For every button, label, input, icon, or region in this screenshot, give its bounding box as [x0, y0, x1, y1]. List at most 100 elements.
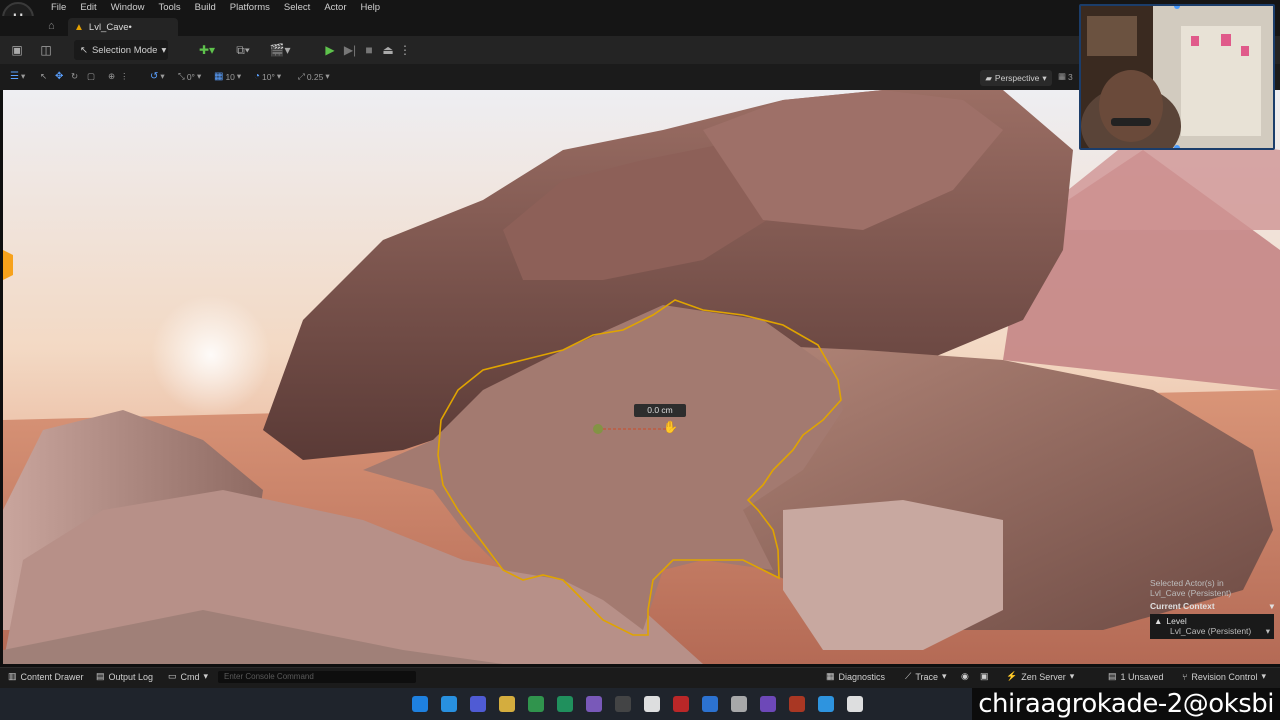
photoshop-icon[interactable]: [818, 696, 834, 712]
unreal-icon[interactable]: [847, 696, 863, 712]
add-actor-icon[interactable]: ✚▾: [195, 42, 219, 58]
tab-level[interactable]: ▲ Lvl_Cave•: [68, 18, 178, 36]
selection-mode-label: Selection Mode: [91, 44, 158, 56]
github-icon[interactable]: [586, 696, 602, 712]
record-icon[interactable]: ◉: [961, 671, 969, 682]
level-icon: ▲: [74, 21, 84, 33]
camera-speed[interactable]: ▦ 3: [1058, 71, 1073, 82]
viewport-menu-icon[interactable]: ☰ ▾: [10, 71, 25, 82]
tab-label: Lvl_Cave•: [88, 21, 132, 33]
acrobat-icon[interactable]: [673, 696, 689, 712]
current-context-header: Current Context ▾: [1150, 601, 1274, 612]
revision-control-dropdown[interactable]: ⑂ Revision Control ▾: [1182, 671, 1266, 682]
menu-item-actor[interactable]: Actor: [317, 0, 353, 15]
discord-icon[interactable]: [470, 696, 486, 712]
scale-tool-icon[interactable]: ▢: [87, 71, 95, 82]
more-options-icon[interactable]: ⋮: [399, 42, 411, 58]
zen-server-dropdown[interactable]: ⚡ Zen Server ▾: [1006, 671, 1074, 682]
trace-icon: ⟋: [905, 671, 912, 681]
trace-label: Trace: [915, 671, 938, 682]
menu-item-tools[interactable]: Tools: [151, 0, 187, 15]
resize-handle-icon[interactable]: [1174, 145, 1180, 148]
cmd-label: Cmd: [180, 671, 200, 682]
menu-item-window[interactable]: Window: [104, 0, 152, 15]
select-arrow-icon: ↖: [80, 44, 88, 56]
drawer-icon: ▥: [8, 671, 17, 681]
menu-item-select[interactable]: Select: [277, 0, 317, 15]
excel-icon[interactable]: [557, 696, 573, 712]
selected-actor-line1: Selected Actor(s) in: [1150, 578, 1224, 588]
notes-icon[interactable]: [644, 696, 660, 712]
select-tool-icon[interactable]: ↖: [40, 71, 47, 82]
level-context-box[interactable]: ▲ Level Lvl_Cave (Persistent) ▾: [1150, 614, 1274, 639]
windows-start-icon[interactable]: [412, 696, 428, 712]
content-drawer-button[interactable]: ▥ Content Drawer: [8, 671, 84, 682]
step-icon[interactable]: ▶|: [343, 42, 357, 58]
chevron-down-icon: ▾: [941, 671, 947, 681]
zen-icon: ⚡: [1006, 671, 1018, 681]
surface-snap-icon[interactable]: ↺ ▾: [150, 71, 165, 82]
grid-snap-value: 10: [225, 71, 235, 82]
terminal-icon[interactable]: [615, 696, 631, 712]
world-space-icon[interactable]: ⊕: [108, 71, 115, 82]
webcam-feed: [1081, 6, 1273, 148]
chevron-down-icon: ▾: [1069, 671, 1075, 681]
translate-snap-toggle[interactable]: ⤡ 0° ▾: [178, 71, 201, 82]
upi-watermark: chiraagrokade-2@oksbi: [972, 688, 1280, 720]
cinematics-icon[interactable]: 🎬▾: [267, 42, 293, 58]
perspective-label: Perspective: [994, 73, 1040, 83]
chevron-down-icon: ▾: [1261, 671, 1266, 681]
stop-icon[interactable]: ■: [362, 42, 376, 58]
move-tool-icon[interactable]: ✥: [55, 71, 63, 82]
hand-cursor-icon: ✋: [663, 420, 678, 434]
unsaved-button[interactable]: ▤ 1 Unsaved: [1108, 671, 1164, 682]
launch-icon[interactable]: ⏏: [380, 42, 396, 58]
level-viewport[interactable]: 0.0 cm ✋: [3, 90, 1280, 664]
diagnostics-icon: ▦: [826, 671, 835, 681]
scale-snap-toggle[interactable]: ⤢ 0.25 ▾: [298, 71, 330, 82]
chevron-down-icon: ▾: [161, 44, 167, 56]
perspective-dropdown[interactable]: ▰ Perspective ▾: [980, 70, 1052, 86]
more-transform-icon[interactable]: ⋮: [120, 71, 129, 82]
revision-icon: ⑂: [1182, 671, 1188, 682]
menu-list: File Edit Window Tools Build Platforms Select A…: [44, 0, 387, 15]
app2-icon[interactable]: [789, 696, 805, 712]
content-browser-icon[interactable]: ◫: [38, 43, 54, 57]
chrome-icon[interactable]: [528, 696, 544, 712]
menu-item-platforms[interactable]: Platforms: [223, 0, 277, 15]
blueprint-icon[interactable]: ⧉▾: [231, 42, 255, 58]
screenshot-icon[interactable]: ▣: [980, 671, 989, 682]
chevron-down-icon[interactable]: ▾: [1270, 601, 1274, 612]
obs-icon[interactable]: [731, 696, 747, 712]
level-value: Lvl_Cave (Persistent): [1170, 626, 1252, 636]
camera-icon: ▰: [985, 72, 992, 83]
output-log-label: Output Log: [108, 671, 154, 682]
home-icon[interactable]: ⌂: [48, 20, 60, 32]
console-command-input[interactable]: Enter Console Command: [218, 671, 416, 683]
edge-icon[interactable]: [441, 696, 457, 712]
level-label: Level: [1166, 616, 1187, 626]
output-log-button[interactable]: ▤ Output Log: [96, 671, 153, 682]
selection-mode-dropdown[interactable]: ↖ Selection Mode ▾: [74, 40, 168, 60]
webcam-overlay: [1079, 4, 1275, 150]
level-value-row[interactable]: Lvl_Cave (Persistent) ▾: [1154, 626, 1270, 637]
trace-dropdown[interactable]: ⟋ Trace ▾: [905, 671, 947, 682]
play-icon[interactable]: ▶: [322, 42, 338, 58]
selection-context-panel: Selected Actor(s) in Lvl_Cave (Persisten…: [1150, 578, 1274, 639]
save-icon[interactable]: ▣: [10, 43, 24, 57]
app-icon[interactable]: [702, 696, 718, 712]
menu-item-help[interactable]: Help: [354, 0, 388, 15]
cmd-dropdown[interactable]: ▭ Cmd ▾: [168, 671, 208, 682]
rotate-tool-icon[interactable]: ↻: [71, 71, 78, 82]
explorer-icon[interactable]: [499, 696, 515, 712]
menu-item-file[interactable]: File: [44, 0, 73, 15]
menu-item-edit[interactable]: Edit: [73, 0, 103, 15]
unsaved-icon: ▤: [1108, 671, 1117, 681]
diagnostics-label: Diagnostics: [838, 671, 886, 682]
current-context-label: Current Context: [1150, 601, 1215, 611]
diagnostics-button[interactable]: ▦ Diagnostics: [826, 671, 885, 682]
menu-item-build[interactable]: Build: [188, 0, 223, 15]
vs-icon[interactable]: [760, 696, 776, 712]
rotate-snap-toggle[interactable]: ◔ 10° ▾: [254, 71, 281, 82]
grid-snap-toggle[interactable]: ▦ 10 ▾: [214, 71, 241, 82]
